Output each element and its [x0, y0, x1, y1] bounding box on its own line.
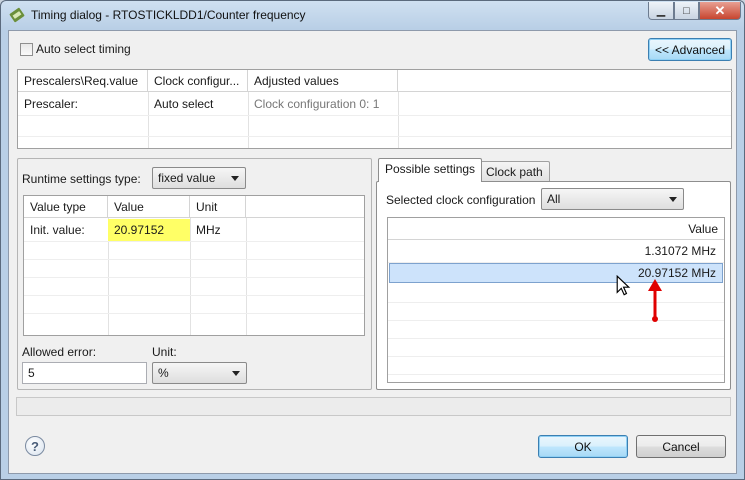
title-bar[interactable]: Timing dialog - RTOSTICKLDD1/Counter fre… [1, 1, 744, 29]
help-icon[interactable]: ? [25, 436, 45, 456]
row-divider [388, 356, 724, 357]
row-divider [24, 241, 364, 242]
auto-select-label: Auto select timing [36, 42, 131, 56]
col-header-unit[interactable]: Unit [190, 196, 246, 218]
cell-prescaler-name[interactable]: Prescaler: [18, 93, 148, 115]
row-divider [18, 115, 731, 116]
col-header-value[interactable]: Value [108, 196, 190, 218]
col-header-empty [246, 196, 364, 218]
row-divider [388, 302, 724, 303]
unit-select[interactable]: % [152, 362, 247, 384]
timing-dialog-window: Timing dialog - RTOSTICKLDD1/Counter fre… [0, 0, 745, 480]
tab-clock-path[interactable]: Clock path [479, 161, 550, 183]
dropdown-arrow-icon [231, 176, 239, 181]
clock-value-row-selected[interactable]: 20.97152 MHz [388, 262, 724, 284]
col-header-empty [398, 70, 733, 92]
allowed-error-label: Allowed error: [22, 345, 97, 359]
allowed-error-input[interactable]: 5 [22, 362, 147, 384]
col-header-clock-config[interactable]: Clock configur... [148, 70, 248, 92]
runtime-values-table: Value type Value Unit Init. value: 20.97… [23, 195, 365, 336]
prescaler-table: Prescalers\Req.value Clock configur... A… [17, 69, 733, 149]
runtime-type-value: fixed value [158, 171, 216, 185]
cell-clock-config[interactable]: Auto select [148, 93, 248, 115]
annotation-arrow-icon [648, 279, 662, 322]
row-divider [388, 374, 724, 375]
row-divider [388, 338, 724, 339]
runtime-type-select[interactable]: fixed value [152, 167, 246, 189]
cancel-button[interactable]: Cancel [636, 435, 726, 458]
dropdown-arrow-icon [669, 197, 677, 202]
row-divider [24, 295, 364, 296]
app-icon [9, 7, 25, 23]
cell-adjusted-value: Clock configuration 0: 1 [254, 97, 380, 111]
advanced-button[interactable]: << Advanced [648, 38, 732, 61]
row-divider [24, 259, 364, 260]
selected-config-label: Selected clock configuration [386, 193, 536, 207]
ok-button[interactable]: OK [538, 435, 628, 458]
status-bar [16, 397, 731, 416]
selected-config-select[interactable]: All [541, 188, 684, 210]
window-title: Timing dialog - RTOSTICKLDD1/Counter fre… [31, 8, 306, 22]
dropdown-arrow-icon [232, 371, 240, 376]
clock-value-row[interactable]: 1.31072 MHz [388, 240, 724, 262]
close-button[interactable]: ✕ [699, 2, 741, 20]
row-divider [388, 320, 724, 321]
selected-config-value: All [547, 192, 561, 206]
row-divider [24, 277, 364, 278]
auto-select-checkbox[interactable] [20, 43, 33, 56]
possible-settings-panel: Selected clock configuration All Value 1… [376, 181, 731, 390]
col-header-prescalers[interactable]: Prescalers\Req.value [18, 70, 148, 92]
cell-value-type: Init. value: [30, 223, 85, 237]
unit-label: Unit: [152, 345, 177, 359]
clock-values-table: Value 1.31072 MHz 20.97152 MHz [387, 217, 725, 383]
cell-init-value[interactable]: 20.97152 [108, 219, 190, 241]
runtime-type-label: Runtime settings type: [22, 172, 141, 186]
row-divider [24, 313, 364, 314]
cell-unit[interactable]: MHz [190, 219, 246, 241]
row-divider [18, 136, 731, 137]
maximize-button[interactable]: □ [674, 2, 699, 20]
col-header-value[interactable]: Value [388, 218, 724, 240]
unit-value: % [158, 366, 169, 380]
mouse-cursor-icon [616, 275, 631, 296]
minimize-button[interactable]: ▁ [648, 2, 674, 20]
runtime-settings-panel: Runtime settings type: fixed value Value… [17, 158, 372, 390]
col-header-value-type[interactable]: Value type [24, 196, 108, 218]
tab-possible-settings[interactable]: Possible settings [378, 158, 483, 182]
dialog-body: Auto select timing << Advanced Prescaler… [8, 30, 737, 474]
column-divider [398, 92, 399, 148]
col-header-adjusted-values[interactable]: Adjusted values [248, 70, 398, 92]
